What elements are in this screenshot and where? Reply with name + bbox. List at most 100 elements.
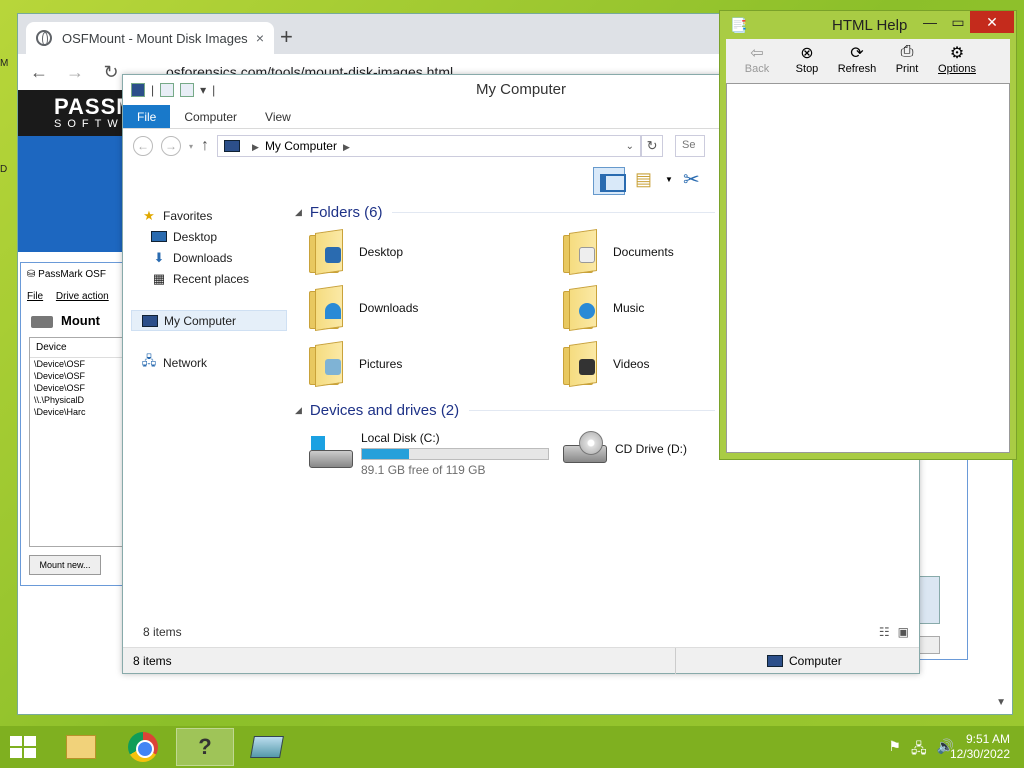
stop-icon: ⊗ [800, 45, 814, 62]
drive-tile-local-disk[interactable]: Local Disk (C:) 89.1 GB free of 119 GB [309, 431, 549, 477]
nav-item-recent-places[interactable]: ▦ Recent places [131, 268, 287, 289]
help-title: HTML Help [832, 17, 908, 34]
globe-icon [36, 30, 52, 46]
breadcrumb[interactable]: ▶ My Computer ▶ [246, 139, 620, 153]
address-bar[interactable]: ▶ My Computer ▶ ⌄ [217, 135, 642, 157]
desktop-edge-label: M [0, 58, 9, 69]
menu-drive-actions[interactable]: Drive action [56, 291, 109, 302]
recent-places-icon: ▦ [152, 270, 166, 286]
taskbar-file-explorer[interactable] [52, 728, 110, 766]
new-tab-button[interactable]: + [280, 24, 293, 50]
folder-tile-documents[interactable]: Documents [563, 229, 674, 275]
tab-computer[interactable]: Computer [170, 105, 251, 128]
folder-tile-desktop[interactable]: Desktop [309, 229, 403, 275]
nav-item-my-computer[interactable]: My Computer [131, 310, 287, 331]
reload-icon[interactable]: ↻ [100, 62, 122, 83]
chevron-down-icon[interactable]: ▼ [665, 175, 673, 184]
back-arrow-icon[interactable]: ← [28, 62, 50, 83]
action-center-icon[interactable]: ⚑ [888, 738, 901, 762]
cd-drive-icon [563, 431, 609, 467]
details-view-icon[interactable]: ☷ [879, 625, 890, 639]
taskbar-html-help[interactable]: ? [176, 728, 234, 766]
help-titlebar[interactable]: 📑 HTML Help — ▭ ✕ [720, 11, 1016, 39]
maximize-icon[interactable]: ▭ [944, 11, 972, 33]
chrome-icon [128, 732, 158, 762]
folder-icon [309, 285, 345, 331]
folder-name: Documents [613, 245, 674, 259]
large-icons-view-icon[interactable]: ▣ [898, 625, 909, 639]
browser-tab[interactable]: OSFMount - Mount Disk Images × [26, 22, 274, 54]
nav-item-desktop[interactable]: Desktop [131, 226, 287, 247]
windows-start-icon[interactable] [10, 736, 36, 758]
help-content-pane[interactable] [726, 83, 1010, 453]
nav-item-downloads[interactable]: ⬇ Downloads [131, 247, 287, 268]
forward-icon[interactable]: → [161, 136, 181, 156]
list-item[interactable]: \Device\Harc [30, 406, 122, 418]
osfmount-window: ⛁ PassMark OSF File Drive action Mount D… [20, 262, 124, 586]
close-icon[interactable]: ✕ [970, 11, 1014, 33]
site-header-logo[interactable]: PASSM SOFTW [18, 90, 138, 136]
disk-icon [250, 736, 284, 758]
item-count: 8 items [143, 625, 182, 639]
minimize-icon[interactable]: — [916, 11, 944, 33]
search-input[interactable]: Se [675, 135, 706, 157]
group-header-devices[interactable]: ◢ Devices and drives (2) [295, 399, 715, 421]
content-pane: ◢ Folders (6) [295, 201, 715, 223]
folder-tile-videos[interactable]: Videos [563, 341, 649, 387]
collapse-triangle-icon[interactable]: ◢ [295, 207, 302, 218]
menu-file[interactable]: File [27, 291, 43, 302]
taskbar-osfmount[interactable] [238, 728, 296, 766]
clock-date: 12/30/2022 [949, 747, 1010, 761]
folder-tile-pictures[interactable]: Pictures [309, 341, 402, 387]
mount-new-button[interactable]: Mount new... [29, 555, 101, 575]
list-item[interactable]: \\.\PhysicalD [30, 394, 122, 406]
printer-icon: ⎙ [900, 43, 914, 60]
properties-icon[interactable]: ▤ [635, 169, 652, 190]
scroll-down-icon[interactable]: ▼ [996, 697, 1006, 708]
help-refresh-button[interactable]: ⟳ Refresh [832, 39, 882, 83]
view-buttons: ☷ ▣ [879, 625, 909, 639]
taskbar-chrome[interactable] [114, 728, 172, 766]
folder-name: Music [613, 301, 645, 315]
collapse-triangle-icon[interactable]: ◢ [295, 405, 302, 416]
up-arrow-icon[interactable]: ↑ [201, 137, 209, 155]
help-print-button[interactable]: ⎙ Print [882, 39, 932, 83]
drive-tile-cd[interactable]: CD Drive (D:) [563, 431, 687, 467]
help-stop-button[interactable]: ⊗ Stop [782, 39, 832, 83]
folder-icon [563, 285, 599, 331]
hard-drive-icon [309, 436, 355, 472]
recent-locations-icon[interactable]: ▾ [189, 142, 193, 151]
drive-free-space: 89.1 GB free of 119 GB [361, 463, 486, 477]
help-back-button[interactable]: ⇦ Back [732, 39, 782, 83]
preview-pane-icon[interactable] [593, 167, 626, 195]
folder-tile-music[interactable]: Music [563, 285, 645, 331]
network-icon: 🖧 [141, 352, 157, 368]
status-bar: 8 items Computer [123, 647, 919, 674]
list-item[interactable]: \Device\OSF [30, 370, 122, 382]
navigation-pane: ★ Favorites Desktop ⬇ Downloads ▦ Recent pl… [131, 205, 287, 373]
column-header-device[interactable]: Device [30, 338, 122, 358]
nav-item-network[interactable]: 🖧 Network [131, 352, 287, 373]
options-icon: ⚙ [949, 45, 965, 62]
list-item[interactable]: \Device\OSF [30, 358, 122, 370]
tab-view[interactable]: View [251, 105, 305, 128]
forward-arrow-icon[interactable]: → [64, 62, 86, 83]
computer-icon [767, 655, 783, 667]
tab-file[interactable]: File [123, 105, 171, 128]
device-list[interactable]: Device \Device\OSF \Device\OSF \Device\O… [29, 337, 123, 547]
drive-name: CD Drive (D:) [615, 442, 687, 456]
help-options-button[interactable]: ⚙ Options [932, 39, 982, 83]
folder-tile-downloads[interactable]: Downloads [309, 285, 418, 331]
back-icon[interactable]: ← [133, 136, 153, 156]
scissors-icon[interactable]: ✂ [683, 167, 700, 192]
network-icon[interactable]: 🖧 [911, 738, 927, 762]
computer-icon [224, 140, 241, 152]
nav-item-favorites[interactable]: ★ Favorites [131, 205, 287, 226]
clock[interactable]: 9:51 AM 12/30/2022 [950, 732, 1010, 762]
chevron-down-icon[interactable]: ⌄ [626, 141, 634, 152]
system-tray: ⚑ 🖧 🔊 [888, 738, 954, 762]
tab-close-button[interactable]: × [256, 30, 264, 46]
list-item[interactable]: \Device\OSF [30, 382, 122, 394]
group-header-folders[interactable]: ◢ Folders (6) [295, 201, 715, 223]
refresh-icon[interactable]: ↻ [641, 135, 664, 157]
